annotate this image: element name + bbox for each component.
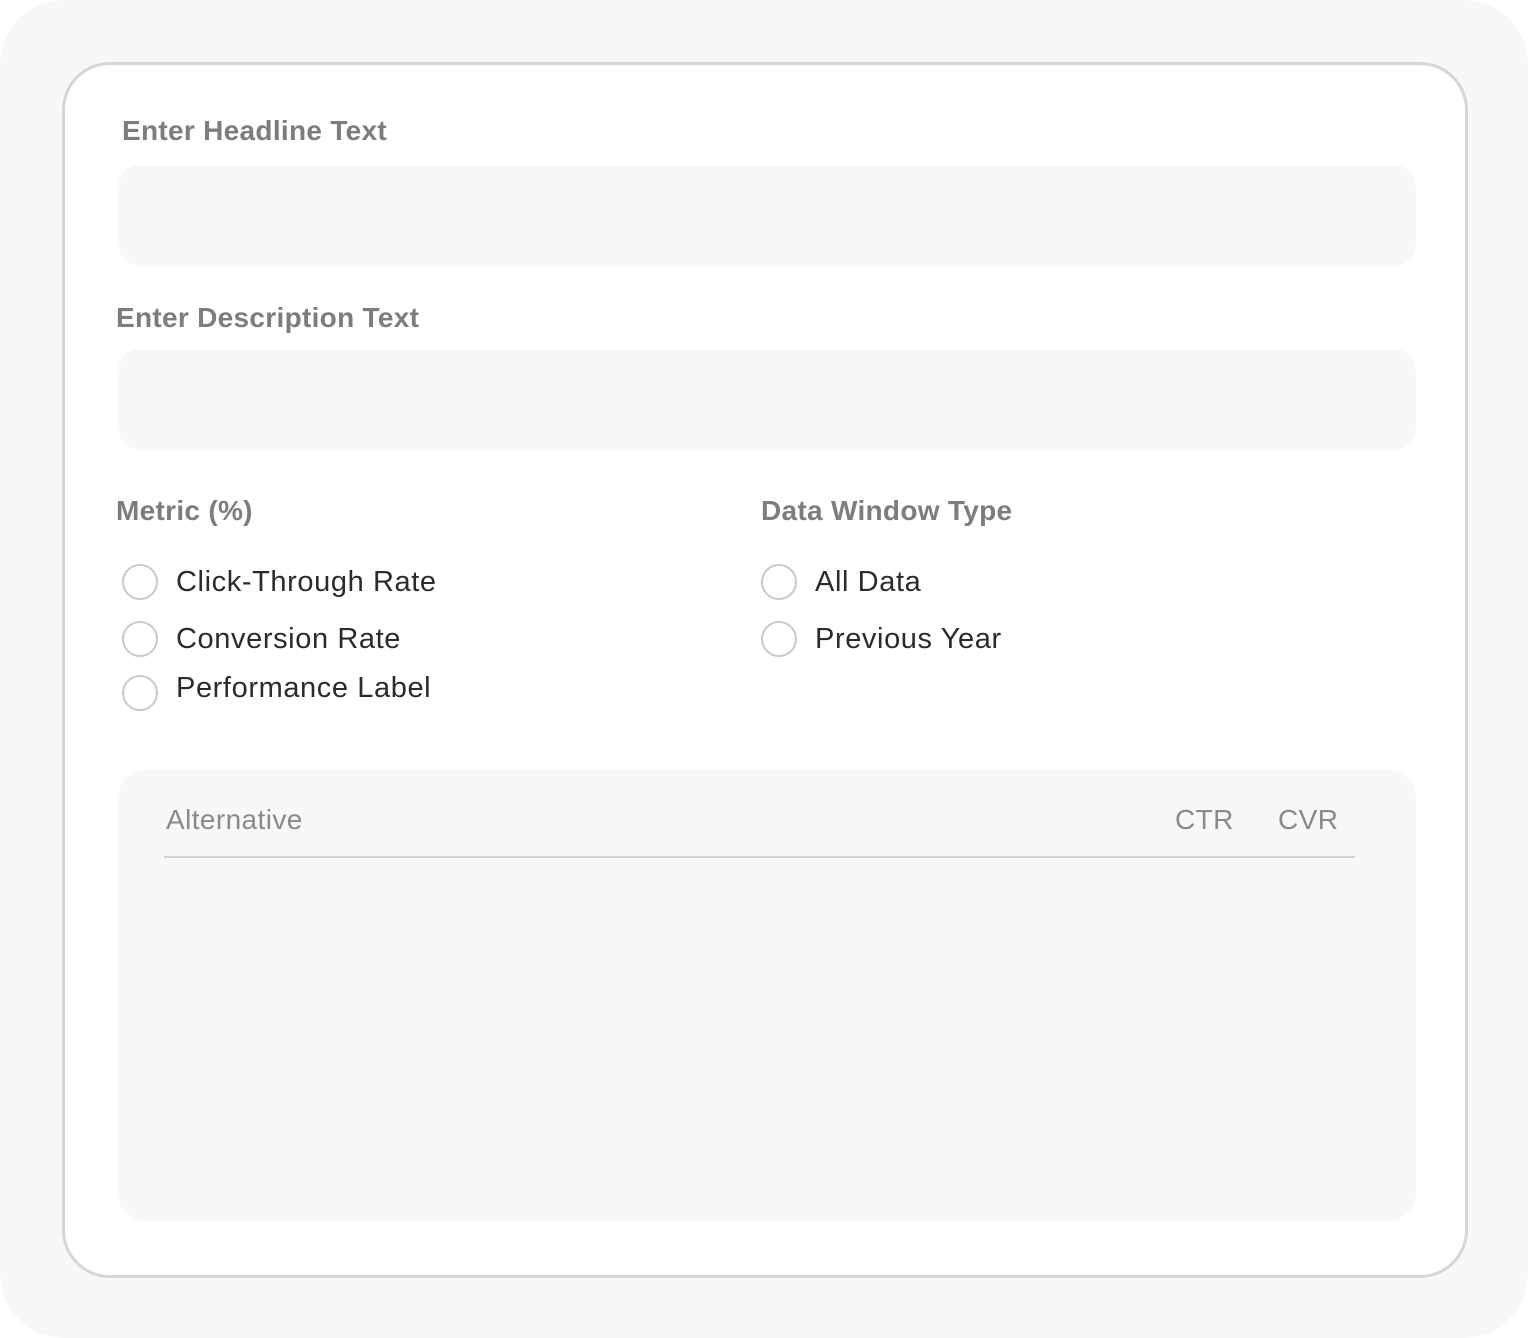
description-input[interactable] <box>118 349 1416 450</box>
column-header-alternative[interactable]: Alternative <box>166 804 303 836</box>
headline-label: Enter Headline Text <box>122 115 388 146</box>
radio-conversion-rate[interactable]: Conversion Rate <box>122 619 401 659</box>
headline-input[interactable] <box>118 165 1416 266</box>
radio-click-through-rate[interactable]: Click-Through Rate <box>122 562 437 602</box>
metric-group-label: Metric (%) <box>116 495 253 526</box>
table-body <box>164 860 1355 1190</box>
column-header-cvr[interactable]: CVR <box>1278 804 1338 836</box>
radio-button[interactable] <box>122 621 158 657</box>
radio-label: Performance Label <box>176 671 432 704</box>
radio-button[interactable] <box>761 621 797 657</box>
radio-label: Previous Year <box>815 622 1002 655</box>
radio-label: Conversion Rate <box>176 622 401 655</box>
description-label: Enter Description Text <box>116 302 420 333</box>
radio-button[interactable] <box>761 564 797 600</box>
radio-performance-label[interactable]: Performance Label <box>122 671 432 713</box>
radio-button[interactable] <box>122 675 158 711</box>
radio-label: Click-Through Rate <box>176 565 437 598</box>
radio-all-data[interactable]: All Data <box>761 562 921 602</box>
page-background: Enter Headline Text Enter Description Te… <box>0 0 1528 1338</box>
data-window-group-label: Data Window Type <box>761 495 1013 526</box>
results-table: Alternative CTR CVR <box>118 770 1416 1221</box>
radio-label: All Data <box>815 565 922 598</box>
radio-button[interactable] <box>122 564 158 600</box>
table-header-divider <box>164 856 1355 858</box>
radio-previous-year[interactable]: Previous Year <box>761 619 1002 659</box>
editor-card: Enter Headline Text Enter Description Te… <box>62 62 1468 1278</box>
column-header-ctr[interactable]: CTR <box>1175 804 1234 836</box>
